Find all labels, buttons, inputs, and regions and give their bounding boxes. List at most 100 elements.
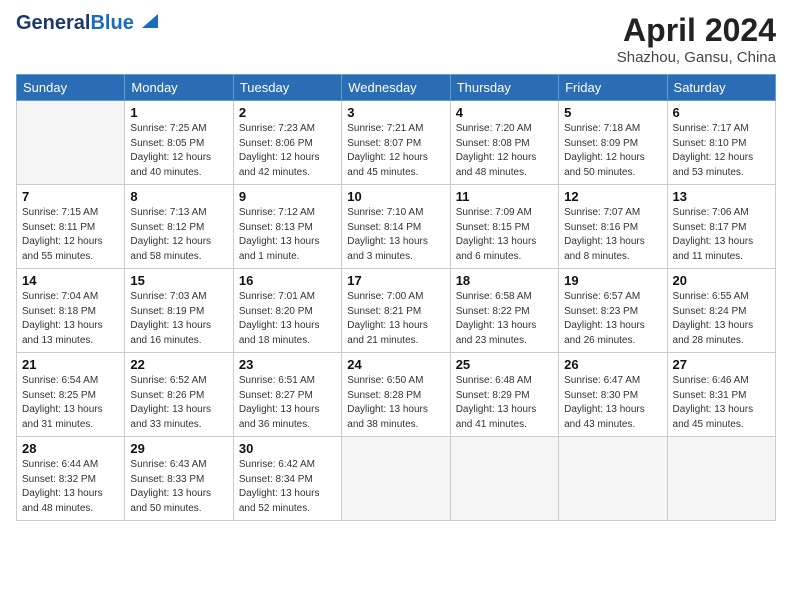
calendar-day-cell: 5 Sunrise: 7:18 AMSunset: 8:09 PMDaylight… xyxy=(559,101,667,185)
weekday-header: Wednesday xyxy=(342,75,450,101)
day-number: 14 xyxy=(22,273,119,288)
day-info: Sunrise: 6:51 AMSunset: 8:27 PMDaylight:… xyxy=(239,374,336,432)
day-info: Sunrise: 6:52 AMSunset: 8:26 PMDaylight:… xyxy=(130,374,227,432)
calendar-day-cell xyxy=(559,437,667,521)
day-info: Sunrise: 7:10 AMSunset: 8:14 PMDaylight:… xyxy=(347,206,444,264)
calendar-day-cell: 17Sunrise: 7:00 AMSunset: 8:21 PMDayligh… xyxy=(342,269,450,353)
calendar-day-cell: 12Sunrise: 7:07 AMSunset: 8:16 PMDayligh… xyxy=(559,185,667,269)
day-info: Sunrise: 6:42 AMSunset: 8:34 PMDaylight:… xyxy=(239,458,336,516)
calendar-day-cell: 29 Sunrise: 6:43 AMSunset: 8:33 PMDayligh… xyxy=(125,437,233,521)
calendar-day-cell: 26 Sunrise: 6:47 AMSunset: 8:30 PMDayligh… xyxy=(559,353,667,437)
day-info: Sunrise: 7:09 AMSunset: 8:15 PMDaylight:… xyxy=(456,206,553,264)
day-info: Sunrise: 6:54 AMSunset: 8:25 PMDaylight:… xyxy=(22,374,119,432)
day-info: Sunrise: 7:23 AMSunset: 8:06 PMDaylight:… xyxy=(239,122,336,180)
day-info: Sunrise: 7:25 AMSunset: 8:05 PMDaylight:… xyxy=(130,122,227,180)
day-info: Sunrise: 6:47 AMSunset: 8:30 PMDaylight:… xyxy=(564,374,661,432)
logo-text: GeneralBlue xyxy=(16,12,134,34)
day-number: 26 xyxy=(564,357,661,372)
calendar-day-cell xyxy=(450,437,558,521)
calendar-table: SundayMondayTuesdayWednesdayThursdayFrid… xyxy=(16,74,776,521)
calendar-day-cell: 7Sunrise: 7:15 AMSunset: 8:11 PMDaylight… xyxy=(17,185,125,269)
calendar-day-cell xyxy=(342,437,450,521)
calendar-day-cell: 3 Sunrise: 7:21 AMSunset: 8:07 PMDaylight… xyxy=(342,101,450,185)
day-number: 24 xyxy=(347,357,444,372)
day-info: Sunrise: 7:01 AMSunset: 8:20 PMDaylight:… xyxy=(239,290,336,348)
logo: GeneralBlue xyxy=(16,12,158,34)
day-number: 22 xyxy=(130,357,227,372)
weekday-header: Tuesday xyxy=(233,75,341,101)
calendar-day-cell: 13 Sunrise: 7:06 AMSunset: 8:17 PMDayligh… xyxy=(667,185,775,269)
calendar-day-cell xyxy=(17,101,125,185)
calendar-day-cell: 11 Sunrise: 7:09 AMSunset: 8:15 PMDayligh… xyxy=(450,185,558,269)
calendar-week-row: 28 Sunrise: 6:44 AMSunset: 8:32 PMDayligh… xyxy=(17,437,776,521)
day-number: 25 xyxy=(456,357,553,372)
weekday-header: Thursday xyxy=(450,75,558,101)
day-number: 3 xyxy=(347,105,444,120)
day-number: 18 xyxy=(456,273,553,288)
calendar-week-row: 1 Sunrise: 7:25 AMSunset: 8:05 PMDaylight… xyxy=(17,101,776,185)
calendar-day-cell: 18 Sunrise: 6:58 AMSunset: 8:22 PMDayligh… xyxy=(450,269,558,353)
header: GeneralBlue April 2024 Shazhou, Gansu, C… xyxy=(16,12,776,66)
calendar-day-cell: 19Sunrise: 6:57 AMSunset: 8:23 PMDayligh… xyxy=(559,269,667,353)
day-info: Sunrise: 6:55 AMSunset: 8:24 PMDaylight:… xyxy=(673,290,770,348)
calendar-day-cell: 1 Sunrise: 7:25 AMSunset: 8:05 PMDaylight… xyxy=(125,101,233,185)
calendar-day-cell: 2 Sunrise: 7:23 AMSunset: 8:06 PMDaylight… xyxy=(233,101,341,185)
day-info: Sunrise: 7:17 AMSunset: 8:10 PMDaylight:… xyxy=(673,122,770,180)
calendar-day-cell: 30 Sunrise: 6:42 AMSunset: 8:34 PMDayligh… xyxy=(233,437,341,521)
day-info: Sunrise: 6:58 AMSunset: 8:22 PMDaylight:… xyxy=(456,290,553,348)
weekday-header: Monday xyxy=(125,75,233,101)
day-info: Sunrise: 6:46 AMSunset: 8:31 PMDaylight:… xyxy=(673,374,770,432)
day-number: 27 xyxy=(673,357,770,372)
weekday-header: Sunday xyxy=(17,75,125,101)
sub-title: Shazhou, Gansu, China xyxy=(617,49,776,66)
day-info: Sunrise: 7:21 AMSunset: 8:07 PMDaylight:… xyxy=(347,122,444,180)
calendar-day-cell: 14 Sunrise: 7:04 AMSunset: 8:18 PMDayligh… xyxy=(17,269,125,353)
logo-icon xyxy=(136,10,158,32)
day-info: Sunrise: 6:50 AMSunset: 8:28 PMDaylight:… xyxy=(347,374,444,432)
day-number: 7 xyxy=(22,189,119,204)
day-info: Sunrise: 7:06 AMSunset: 8:17 PMDaylight:… xyxy=(673,206,770,264)
calendar-day-cell: 16 Sunrise: 7:01 AMSunset: 8:20 PMDayligh… xyxy=(233,269,341,353)
day-info: Sunrise: 7:12 AMSunset: 8:13 PMDaylight:… xyxy=(239,206,336,264)
weekday-header: Friday xyxy=(559,75,667,101)
day-number: 19 xyxy=(564,273,661,288)
day-number: 13 xyxy=(673,189,770,204)
calendar-day-cell: 8Sunrise: 7:13 AMSunset: 8:12 PMDaylight… xyxy=(125,185,233,269)
day-number: 8 xyxy=(130,189,227,204)
day-number: 30 xyxy=(239,441,336,456)
day-number: 6 xyxy=(673,105,770,120)
calendar-day-cell: 24 Sunrise: 6:50 AMSunset: 8:28 PMDayligh… xyxy=(342,353,450,437)
calendar-day-cell: 23 Sunrise: 6:51 AMSunset: 8:27 PMDayligh… xyxy=(233,353,341,437)
day-info: Sunrise: 6:44 AMSunset: 8:32 PMDaylight:… xyxy=(22,458,119,516)
day-number: 10 xyxy=(347,189,444,204)
calendar-day-cell: 6 Sunrise: 7:17 AMSunset: 8:10 PMDaylight… xyxy=(667,101,775,185)
day-info: Sunrise: 6:43 AMSunset: 8:33 PMDaylight:… xyxy=(130,458,227,516)
day-info: Sunrise: 7:18 AMSunset: 8:09 PMDaylight:… xyxy=(564,122,661,180)
title-block: April 2024 Shazhou, Gansu, China xyxy=(617,12,776,66)
day-number: 28 xyxy=(22,441,119,456)
day-number: 5 xyxy=(564,105,661,120)
calendar-day-cell: 9 Sunrise: 7:12 AMSunset: 8:13 PMDaylight… xyxy=(233,185,341,269)
day-info: Sunrise: 6:48 AMSunset: 8:29 PMDaylight:… xyxy=(456,374,553,432)
calendar-day-cell: 21 Sunrise: 6:54 AMSunset: 8:25 PMDayligh… xyxy=(17,353,125,437)
day-number: 11 xyxy=(456,189,553,204)
calendar-day-cell: 27 Sunrise: 6:46 AMSunset: 8:31 PMDayligh… xyxy=(667,353,775,437)
day-number: 16 xyxy=(239,273,336,288)
day-info: Sunrise: 7:04 AMSunset: 8:18 PMDaylight:… xyxy=(22,290,119,348)
calendar-week-row: 14 Sunrise: 7:04 AMSunset: 8:18 PMDayligh… xyxy=(17,269,776,353)
day-number: 23 xyxy=(239,357,336,372)
calendar-week-row: 21 Sunrise: 6:54 AMSunset: 8:25 PMDayligh… xyxy=(17,353,776,437)
calendar-week-row: 7Sunrise: 7:15 AMSunset: 8:11 PMDaylight… xyxy=(17,185,776,269)
day-number: 2 xyxy=(239,105,336,120)
calendar-day-cell: 22 Sunrise: 6:52 AMSunset: 8:26 PMDayligh… xyxy=(125,353,233,437)
day-number: 21 xyxy=(22,357,119,372)
day-number: 1 xyxy=(130,105,227,120)
day-number: 20 xyxy=(673,273,770,288)
main-title: April 2024 xyxy=(617,12,776,49)
calendar-day-cell: 25 Sunrise: 6:48 AMSunset: 8:29 PMDayligh… xyxy=(450,353,558,437)
calendar-day-cell: 15Sunrise: 7:03 AMSunset: 8:19 PMDayligh… xyxy=(125,269,233,353)
day-number: 29 xyxy=(130,441,227,456)
day-number: 12 xyxy=(564,189,661,204)
day-number: 9 xyxy=(239,189,336,204)
weekday-header: Saturday xyxy=(667,75,775,101)
